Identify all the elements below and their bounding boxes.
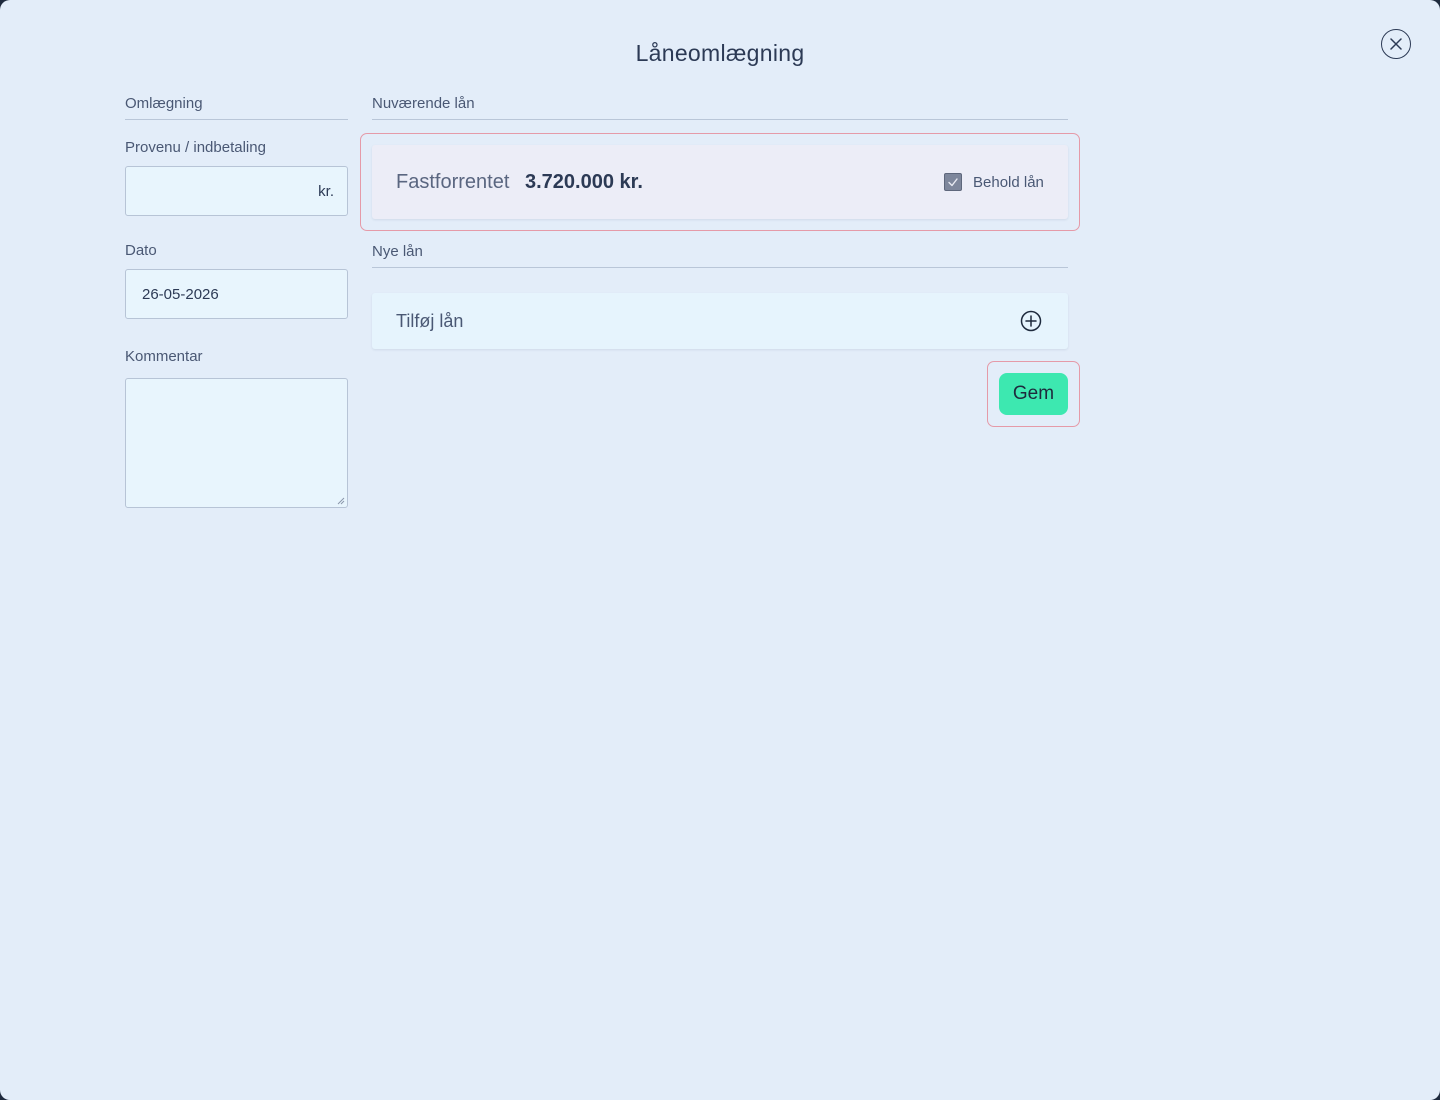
- section-title-restructure: Omlægning: [125, 95, 348, 120]
- section-title-new-loans: Nye lån: [372, 243, 1068, 268]
- comment-label: Kommentar: [125, 348, 203, 365]
- proceeds-label: Provenu / indbetaling: [125, 139, 266, 156]
- comment-textarea[interactable]: [125, 378, 348, 508]
- section-title-current-loans: Nuværende lån: [372, 95, 1068, 120]
- date-value: 26-05-2026: [142, 286, 219, 303]
- plus-circle-icon: [1020, 310, 1042, 332]
- resize-grip-icon[interactable]: [337, 497, 345, 505]
- dialog-title: Låneomlægning: [635, 40, 805, 66]
- close-button[interactable]: [1381, 29, 1411, 59]
- keep-loan-checkbox[interactable]: [944, 173, 962, 191]
- proceeds-input[interactable]: kr.: [125, 166, 348, 216]
- add-loan-label: Tilføj lån: [396, 311, 464, 331]
- loan-restructure-dialog: Låneomlægning Omlægning Provenu / indbet…: [0, 0, 1440, 1100]
- add-loan-button[interactable]: Tilføj lån: [372, 293, 1068, 349]
- close-icon: [1390, 38, 1402, 50]
- loan-type: Fastforrentet: [396, 171, 510, 193]
- keep-loan-label[interactable]: Behold lån: [973, 174, 1044, 191]
- save-button[interactable]: Gem: [999, 373, 1068, 415]
- currency-suffix: kr.: [318, 183, 334, 200]
- checkmark-icon: [948, 178, 958, 187]
- date-label: Dato: [125, 242, 157, 259]
- date-input[interactable]: 26-05-2026: [125, 269, 348, 319]
- current-loan-card: Fastforrentet 3.720.000 kr. Behold lån: [372, 145, 1068, 219]
- loan-amount: 3.720.000 kr.: [525, 171, 643, 193]
